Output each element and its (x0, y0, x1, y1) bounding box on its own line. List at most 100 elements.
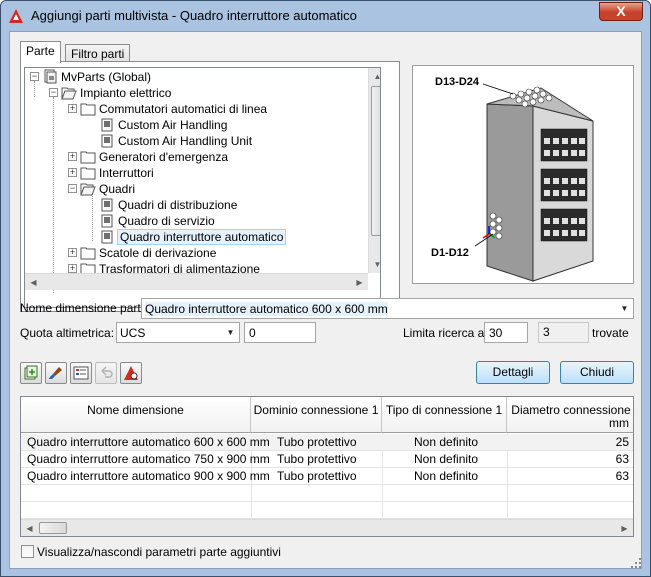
table-cell: 63 (615, 452, 629, 466)
limit-search-field[interactable] (484, 322, 528, 343)
tree-item-label: Custom Air Handling Unit (118, 134, 253, 148)
found-count: 3 (538, 322, 589, 343)
dialog-window: Aggiungi parti multivista - Quadro inter… (0, 0, 651, 577)
folder-icon (80, 167, 96, 180)
table-cell: Non definito (414, 435, 479, 449)
tree-vertical-scrollbar[interactable]: ▲ ▼ (368, 68, 380, 273)
table-cell: Tubo protettivo (277, 469, 357, 483)
part-icon (101, 118, 113, 132)
paint-brush-icon (49, 367, 62, 379)
undo-button[interactable] (95, 362, 117, 384)
elevation-value-input[interactable] (245, 323, 315, 342)
scroll-down-icon[interactable]: ▼ (369, 256, 380, 273)
scroll-left-icon[interactable]: ◀ (25, 274, 42, 291)
properties-list-icon (73, 366, 89, 380)
column-header[interactable]: Nome dimensione (21, 397, 251, 433)
expand-icon[interactable]: + (68, 152, 77, 161)
tree-horizontal-scrollbar[interactable]: ◀ ▶ (25, 273, 368, 290)
expand-icon[interactable]: + (68, 248, 77, 257)
column-header[interactable]: Tipo di connessione 1 (382, 397, 507, 433)
extra-params-checkbox[interactable] (21, 545, 34, 558)
table-row[interactable]: Quadro interruttore automatico 750 x 900… (21, 451, 633, 468)
undo-icon (101, 366, 113, 378)
tree-item[interactable]: + Commutatori automatici di linea (30, 101, 365, 117)
extra-params-label: Visualizza/nascondi parametri parte aggi… (37, 545, 281, 559)
table-cell: Quadro interruttore automatico 750 x 900… (27, 452, 270, 466)
elevation-mode-select[interactable]: UCS ▼ (116, 322, 240, 343)
tree-item-label: Impianto elettrico (80, 86, 172, 100)
tree-item[interactable]: Custom Air Handling Unit (30, 133, 365, 149)
expand-icon[interactable]: + (68, 264, 77, 273)
table-cell: Non definito (414, 452, 479, 466)
tree-item-label: Custom Air Handling (118, 118, 228, 132)
column-header[interactable]: Diametro connessione mm (507, 397, 633, 433)
open-folder-icon (80, 183, 96, 196)
scroll-left-icon[interactable]: ◀ (21, 520, 38, 536)
dimension-name-value: Quadro interruttore automatico 600 x 600… (145, 302, 388, 316)
tab-parte[interactable]: Parte (20, 41, 61, 63)
autocad-logo-icon (9, 9, 23, 23)
tree-item[interactable]: − Impianto elettrico (30, 85, 365, 101)
title-bar[interactable]: Aggiungi parti multivista - Quadro inter… (1, 1, 650, 31)
tree-item-label: Interruttori (99, 166, 154, 180)
paint-brush-button[interactable] (45, 362, 67, 384)
tree-item-label: Scatole di derivazione (99, 246, 217, 260)
part-preview: D13-D24 D1-D12 (412, 65, 634, 284)
tree-item-label: Quadri di distribuzione (118, 198, 238, 212)
add-to-catalog-icon (24, 365, 38, 380)
resize-grip-icon[interactable] (630, 557, 642, 569)
cabinet-preview-image: D13-D24 D1-D12 (431, 76, 594, 282)
properties-list-button[interactable] (70, 362, 92, 384)
tree-item[interactable]: Quadri di distribuzione (30, 197, 365, 213)
part-icon (101, 198, 113, 212)
tree-item[interactable]: Quadro interruttore automatico (30, 229, 365, 245)
close-icon: X (616, 3, 626, 19)
tree-item-label: Quadri (99, 182, 136, 196)
table-row[interactable]: Quadro interruttore automatico 900 x 900… (21, 468, 633, 485)
part-icon (101, 214, 113, 228)
scroll-up-icon[interactable]: ▲ (369, 68, 380, 85)
tab-filtro-parti[interactable]: Filtro parti (65, 44, 131, 62)
scroll-right-icon[interactable]: ▶ (616, 520, 633, 536)
expand-icon[interactable]: + (68, 168, 77, 177)
table-cell: Quadro interruttore automatico 900 x 900… (27, 469, 270, 483)
column-header[interactable]: Dominio connessione 1 (251, 397, 382, 433)
tree-item[interactable]: − Quadri (30, 181, 365, 197)
details-button[interactable]: Dettagli (476, 361, 550, 384)
part-icon (101, 230, 113, 244)
tree-item[interactable]: + Interruttori (30, 165, 365, 181)
tab-panel-parte: − MvParts (Global) − Impianto elettrico + Com… (20, 61, 400, 312)
tree-item[interactable]: + Scatole di derivazione (30, 245, 365, 261)
found-label: trovate (592, 326, 629, 340)
collapse-icon[interactable]: − (30, 72, 39, 81)
window-close-button[interactable]: X (599, 2, 643, 21)
limit-search-input[interactable] (485, 323, 527, 342)
table-cell: Non definito (414, 469, 479, 483)
tree-item[interactable]: Quadro di servizio (30, 213, 365, 229)
expand-icon[interactable]: + (68, 104, 77, 113)
elevation-label: Quota altimetrica: (20, 326, 115, 340)
chevron-down-icon: ▼ (226, 328, 235, 337)
scroll-thumb[interactable] (39, 522, 67, 534)
tree-item[interactable]: − MvParts (Global) (30, 69, 365, 85)
table-row[interactable]: Quadro interruttore automatico 600 x 600… (21, 434, 633, 451)
table-row-empty (21, 485, 633, 502)
dimensions-table[interactable]: Nome dimensione Dominio connessione 1 Ti… (20, 396, 634, 537)
scroll-right-icon[interactable]: ▶ (351, 274, 368, 291)
collapse-icon[interactable]: − (68, 184, 77, 193)
tree-item[interactable]: + Generatori d'emergenza (30, 149, 365, 165)
add-to-catalog-button[interactable] (20, 362, 42, 384)
dimension-name-select[interactable]: Quadro interruttore automatico 600 x 600… (141, 298, 634, 319)
scroll-thumb[interactable] (371, 86, 380, 236)
table-horizontal-scrollbar[interactable]: ◀ ▶ (21, 519, 633, 536)
close-button[interactable]: Chiudi (560, 361, 634, 384)
elevation-value-field[interactable] (244, 322, 316, 343)
catalog-icon (44, 69, 57, 84)
part-builder-button[interactable] (120, 362, 142, 384)
part-builder-icon (124, 366, 138, 380)
parts-tree[interactable]: − MvParts (Global) − Impianto elettrico + Com… (24, 67, 381, 308)
dimension-name-label: Nome dimensione parte: (20, 301, 151, 315)
tree-item-label: Generatori d'emergenza (99, 150, 229, 164)
tree-item[interactable]: Custom Air Handling (30, 117, 365, 133)
collapse-icon[interactable]: − (49, 88, 58, 97)
